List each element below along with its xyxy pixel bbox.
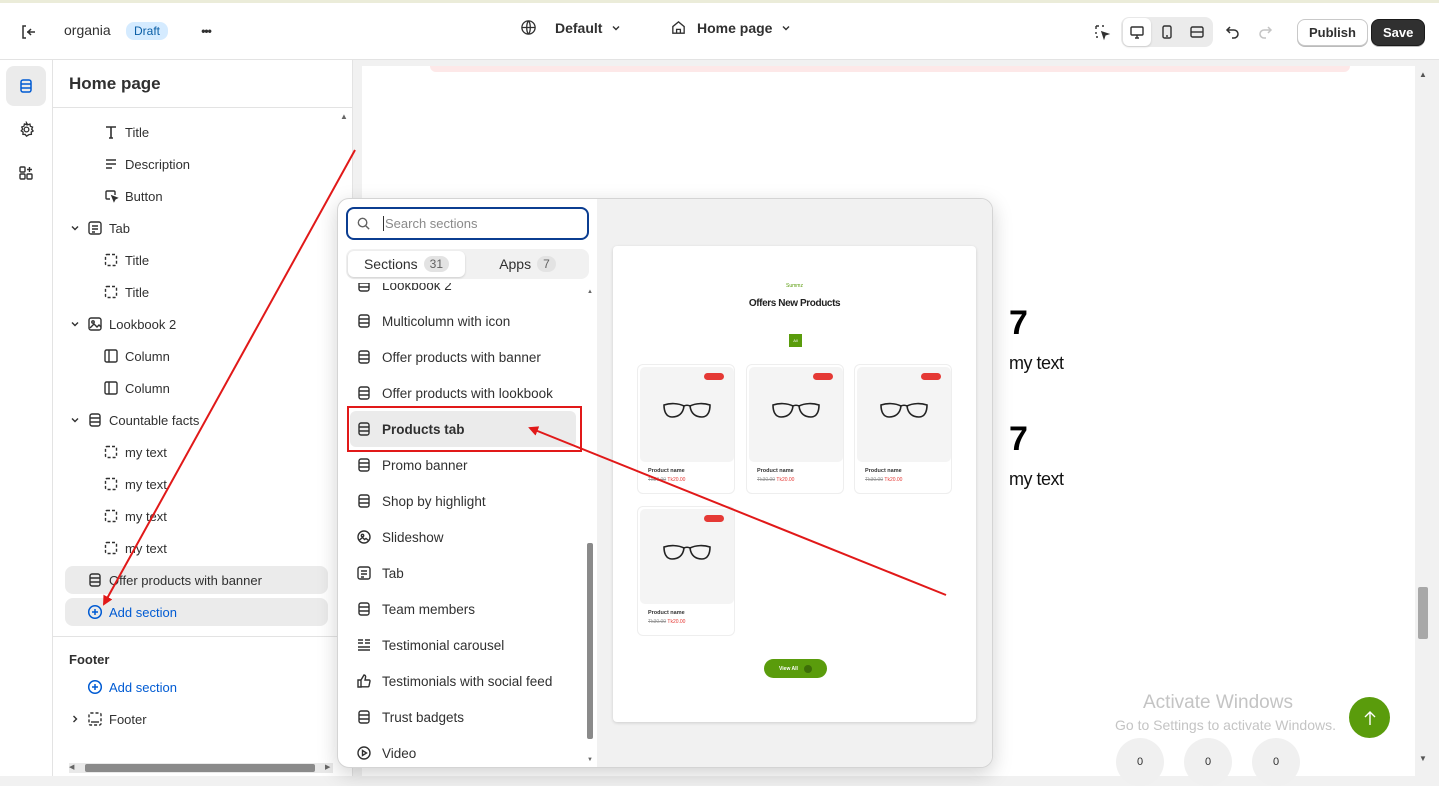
annotation-arrow — [103, 149, 356, 606]
annotation-arrow — [528, 426, 947, 596]
annotation-highlight-box — [347, 406, 582, 452]
annotation-overlay — [103, 149, 947, 606]
